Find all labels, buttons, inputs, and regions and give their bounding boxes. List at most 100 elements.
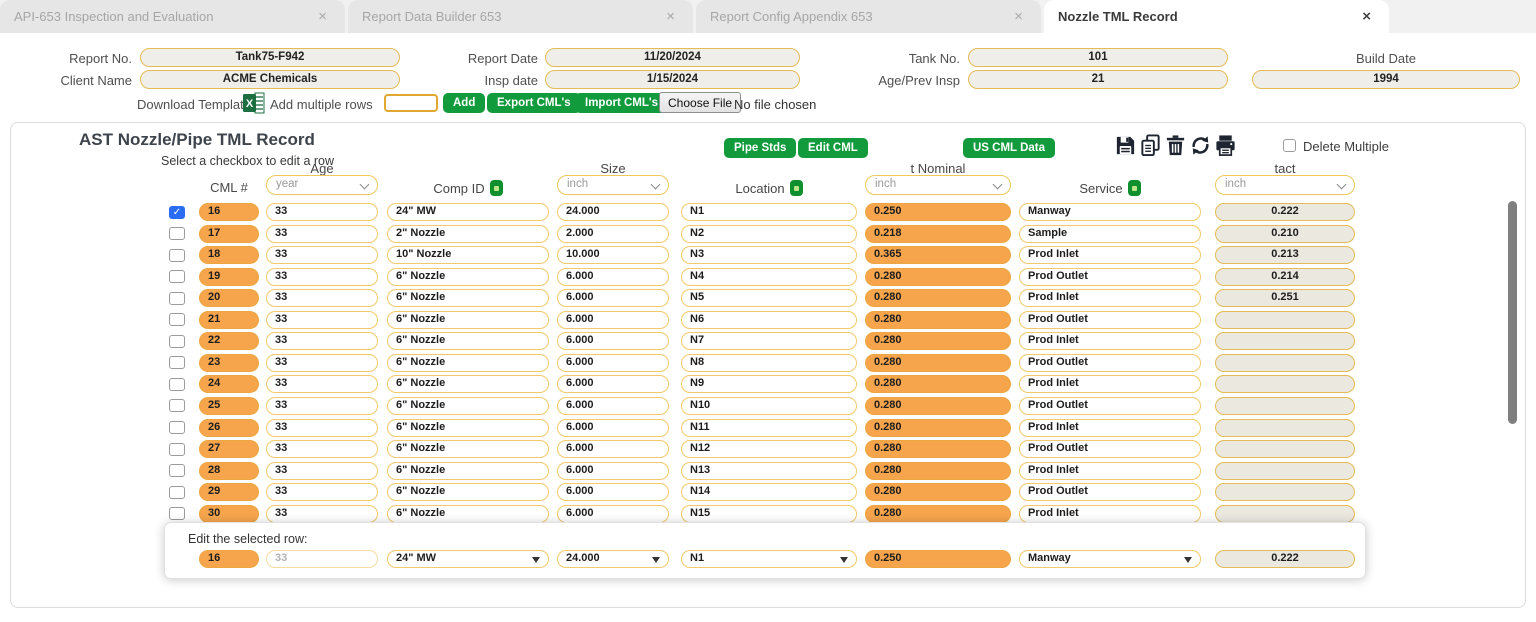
- cml-cell[interactable]: 19: [199, 268, 259, 286]
- size-cell[interactable]: 6.000: [557, 505, 669, 523]
- excel-icon[interactable]: X: [243, 92, 265, 119]
- cml-cell[interactable]: 22: [199, 332, 259, 350]
- loc-cell[interactable]: N12: [681, 440, 857, 458]
- tnom-cell[interactable]: 0.280: [865, 419, 1011, 437]
- edit-cml-field[interactable]: 16: [199, 550, 259, 568]
- service-cell[interactable]: Sample: [1019, 225, 1201, 243]
- tnom-cell[interactable]: 0.280: [865, 462, 1011, 480]
- tnom-cell[interactable]: 0.280: [865, 375, 1011, 393]
- service-cell[interactable]: Prod Inlet: [1019, 505, 1201, 523]
- comp-cell[interactable]: 6" Nozzle: [387, 268, 549, 286]
- cml-cell[interactable]: 28: [199, 462, 259, 480]
- report-no-field[interactable]: Tank75-F942: [140, 48, 400, 67]
- comp-cell[interactable]: 6" Nozzle: [387, 462, 549, 480]
- age-cell[interactable]: 33: [266, 332, 378, 350]
- tnom-cell[interactable]: 0.280: [865, 397, 1011, 415]
- comp-cell[interactable]: 24" MW: [387, 203, 549, 221]
- export-cmls-button[interactable]: Export CML's: [487, 93, 581, 113]
- tnom-cell[interactable]: 0.250: [865, 203, 1011, 221]
- loc-cell[interactable]: N8: [681, 354, 857, 372]
- t-nominal-unit-select[interactable]: inch: [865, 175, 1011, 195]
- tnom-cell[interactable]: 0.280: [865, 311, 1011, 329]
- size-cell[interactable]: 6.000: [557, 397, 669, 415]
- age-cell[interactable]: 33: [266, 311, 378, 329]
- size-cell[interactable]: 6.000: [557, 419, 669, 437]
- row-checkbox[interactable]: [169, 292, 185, 305]
- import-cmls-button[interactable]: Import CML's: [575, 93, 668, 113]
- service-cell[interactable]: Prod Inlet: [1019, 375, 1201, 393]
- trash-icon[interactable]: [1164, 134, 1187, 157]
- size-cell[interactable]: 2.000: [557, 225, 669, 243]
- comp-cell[interactable]: 6" Nozzle: [387, 311, 549, 329]
- age-cell[interactable]: 33: [266, 354, 378, 372]
- age-cell[interactable]: 33: [266, 419, 378, 437]
- row-checkbox[interactable]: [169, 356, 185, 369]
- cml-cell[interactable]: 24: [199, 375, 259, 393]
- save-icon[interactable]: [1114, 134, 1137, 157]
- edit-cml-button[interactable]: Edit CML: [798, 138, 868, 158]
- cml-cell[interactable]: 16: [199, 203, 259, 221]
- build-date-field[interactable]: 1994: [1252, 70, 1520, 89]
- loc-cell[interactable]: N5: [681, 289, 857, 307]
- add-button[interactable]: Add: [443, 93, 485, 113]
- size-cell[interactable]: 6.000: [557, 311, 669, 329]
- comp-cell[interactable]: 6" Nozzle: [387, 419, 549, 437]
- comp-cell[interactable]: 2" Nozzle: [387, 225, 549, 243]
- comp-cell[interactable]: 6" Nozzle: [387, 332, 549, 350]
- tnom-cell[interactable]: 0.280: [865, 440, 1011, 458]
- age-unit-select[interactable]: year: [266, 175, 378, 195]
- service-cell[interactable]: Prod Inlet: [1019, 462, 1201, 480]
- age-cell[interactable]: 33: [266, 440, 378, 458]
- row-checkbox[interactable]: [169, 227, 185, 240]
- comp-cell[interactable]: 6" Nozzle: [387, 289, 549, 307]
- service-cell[interactable]: Prod Inlet: [1019, 246, 1201, 264]
- age-cell[interactable]: 33: [266, 462, 378, 480]
- loc-cell[interactable]: N3: [681, 246, 857, 264]
- us-cml-data-button[interactable]: US CML Data: [963, 138, 1055, 158]
- row-checkbox[interactable]: [169, 464, 185, 477]
- loc-cell[interactable]: N6: [681, 311, 857, 329]
- service-cell[interactable]: Manway: [1019, 203, 1201, 221]
- close-icon[interactable]: ×: [1014, 8, 1023, 25]
- comp-cell[interactable]: 6" Nozzle: [387, 505, 549, 523]
- size-cell[interactable]: 6.000: [557, 289, 669, 307]
- loc-cell[interactable]: N4: [681, 268, 857, 286]
- edit-size-select[interactable]: 24.000: [557, 550, 669, 568]
- tnom-cell[interactable]: 0.280: [865, 289, 1011, 307]
- edit-service-select[interactable]: Manway: [1019, 550, 1201, 568]
- tab-report-config-appendix[interactable]: Report Config Appendix 653 ×: [696, 0, 1041, 33]
- row-checkbox[interactable]: [169, 399, 185, 412]
- add-multiple-rows-input[interactable]: [384, 94, 438, 112]
- service-cell[interactable]: Prod Outlet: [1019, 440, 1201, 458]
- insp-date-field[interactable]: 1/15/2024: [545, 70, 800, 89]
- age-cell[interactable]: 33: [266, 289, 378, 307]
- tact-unit-select[interactable]: inch: [1215, 175, 1355, 195]
- close-icon[interactable]: ×: [1362, 8, 1371, 25]
- row-checkbox[interactable]: [169, 335, 185, 348]
- copy-icon[interactable]: [1139, 134, 1162, 157]
- close-icon[interactable]: ×: [318, 8, 327, 25]
- age-cell[interactable]: 33: [266, 483, 378, 501]
- row-checkbox[interactable]: [169, 249, 185, 262]
- comp-cell[interactable]: 6" Nozzle: [387, 483, 549, 501]
- edit-t-nominal-field[interactable]: 0.250: [865, 550, 1011, 568]
- service-cell[interactable]: Prod Outlet: [1019, 268, 1201, 286]
- close-icon[interactable]: ×: [666, 8, 675, 25]
- comp-cell[interactable]: 10" Nozzle: [387, 246, 549, 264]
- comp-cell[interactable]: 6" Nozzle: [387, 397, 549, 415]
- service-cell[interactable]: Prod Inlet: [1019, 289, 1201, 307]
- age-prev-insp-field[interactable]: 21: [968, 70, 1228, 89]
- service-cell[interactable]: Prod Inlet: [1019, 332, 1201, 350]
- client-name-field[interactable]: ACME Chemicals: [140, 70, 400, 89]
- cml-cell[interactable]: 29: [199, 483, 259, 501]
- size-cell[interactable]: 6.000: [557, 440, 669, 458]
- size-cell[interactable]: 6.000: [557, 354, 669, 372]
- size-cell[interactable]: 6.000: [557, 483, 669, 501]
- row-checkbox[interactable]: [169, 486, 185, 499]
- loc-cell[interactable]: N10: [681, 397, 857, 415]
- tab-nozzle-tml-record[interactable]: Nozzle TML Record ×: [1044, 0, 1389, 33]
- service-cell[interactable]: Prod Outlet: [1019, 397, 1201, 415]
- row-checkbox[interactable]: [169, 378, 185, 391]
- cml-cell[interactable]: 18: [199, 246, 259, 264]
- age-cell[interactable]: 33: [266, 225, 378, 243]
